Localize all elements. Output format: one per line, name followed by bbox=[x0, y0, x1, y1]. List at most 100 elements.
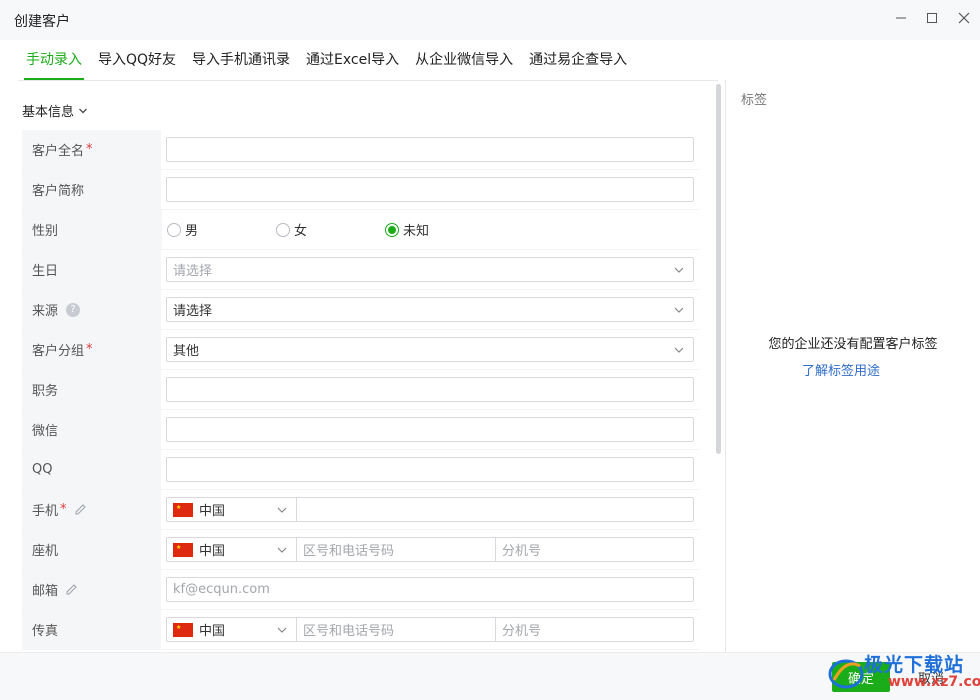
landline-phone-field: ★ 中国 区号和电话号码 分机号 bbox=[166, 537, 694, 562]
chevron-down-icon bbox=[79, 108, 87, 113]
radio-circle-checked bbox=[385, 222, 400, 237]
email-label-cell: 邮箱 bbox=[22, 570, 161, 609]
chevron-down-icon bbox=[277, 547, 287, 553]
wechat-value-cell bbox=[161, 410, 700, 449]
form-row-birthday: 生日 请选择 bbox=[22, 250, 700, 290]
short-name-input[interactable] bbox=[166, 177, 694, 202]
fax-number-input[interactable]: 区号和电话号码 bbox=[297, 618, 495, 641]
gender-label-cell: 性别 bbox=[22, 210, 162, 249]
email-value-cell: kf@ecqun.com bbox=[161, 570, 700, 609]
form-row-position: 职务 bbox=[22, 370, 700, 410]
cancel-button[interactable]: 取消 bbox=[902, 662, 960, 692]
landline-country-select[interactable]: ★ 中国 bbox=[167, 538, 297, 561]
gender-label: 性别 bbox=[32, 224, 59, 239]
fax-extension-input[interactable]: 分机号 bbox=[495, 618, 693, 641]
learn-tags-link[interactable]: 了解标签用途 bbox=[726, 360, 956, 379]
full-name-input[interactable] bbox=[166, 137, 694, 162]
source-value-cell: 请选择 bbox=[161, 290, 700, 329]
birthday-value-cell: 请选择 bbox=[161, 250, 700, 289]
tab-import-excel[interactable]: 通过Excel导入 bbox=[298, 40, 407, 80]
position-value-cell bbox=[161, 370, 700, 409]
chevron-down-icon bbox=[674, 267, 684, 273]
fax-value-cell: ★ 中国 区号和电话号码 分机号 bbox=[161, 610, 700, 649]
wechat-label-cell: 微信 bbox=[22, 410, 161, 449]
basic-info-toggle[interactable]: 基本信息 bbox=[22, 101, 88, 120]
full-name-label-cell: 客户全名 * bbox=[22, 130, 161, 169]
scrollbar-thumb[interactable] bbox=[716, 84, 721, 454]
gender-radio-male[interactable]: 男 bbox=[167, 220, 198, 239]
form-row-full-name: 客户全名 * bbox=[22, 130, 700, 170]
form-row-wechat: 微信 bbox=[22, 410, 700, 450]
china-flag-icon: ★ bbox=[173, 622, 193, 637]
chevron-down-icon bbox=[674, 347, 684, 353]
birthday-select[interactable]: 请选择 bbox=[166, 257, 694, 282]
radio-circle bbox=[167, 222, 181, 237]
landline-label: 座机 bbox=[32, 544, 59, 559]
chevron-down-icon bbox=[674, 307, 684, 313]
mobile-number-input[interactable] bbox=[297, 498, 693, 521]
country-name: 中国 bbox=[199, 544, 226, 559]
confirm-button[interactable]: 确定 bbox=[832, 662, 890, 692]
form-row-group: 客户分组 * 其他 bbox=[22, 330, 700, 370]
short-name-label: 客户简称 bbox=[32, 184, 85, 199]
close-button[interactable] bbox=[949, 6, 979, 30]
mobile-country-select[interactable]: ★ 中国 bbox=[167, 498, 297, 521]
china-flag-icon: ★ bbox=[173, 542, 193, 557]
mobile-value-cell: ★ 中国 bbox=[161, 490, 700, 529]
minimize-button[interactable] bbox=[886, 6, 916, 30]
chevron-down-icon bbox=[277, 507, 287, 513]
gender-radio-group: 男 女 未知 bbox=[162, 210, 700, 249]
tab-divider bbox=[18, 80, 718, 81]
qq-label-cell: QQ bbox=[22, 450, 161, 489]
gender-radio-unknown[interactable]: 未知 bbox=[385, 220, 429, 239]
close-icon bbox=[958, 12, 970, 24]
group-label-cell: 客户分组 * bbox=[22, 330, 161, 369]
country-name: 中国 bbox=[199, 624, 226, 639]
email-input[interactable]: kf@ecqun.com bbox=[166, 577, 694, 602]
maximize-button[interactable] bbox=[917, 6, 947, 30]
gender-radio-female[interactable]: 女 bbox=[276, 220, 307, 239]
form-row-gender: 性别 男 女 未知 bbox=[22, 210, 700, 250]
tab-manual-entry[interactable]: 手动录入 bbox=[18, 40, 90, 80]
radio-circle bbox=[276, 222, 291, 237]
tab-import-qq[interactable]: 导入QQ好友 bbox=[90, 40, 184, 80]
form-row-qq: QQ bbox=[22, 450, 700, 490]
wechat-label: 微信 bbox=[32, 424, 59, 439]
source-label: 来源 bbox=[32, 304, 59, 319]
position-label: 职务 bbox=[32, 384, 59, 399]
form-row-landline: 座机 ★ 中国 区号和电话号码 分机号 bbox=[22, 530, 700, 570]
pencil-icon[interactable] bbox=[75, 504, 86, 515]
customer-form: 客户全名 * 客户简称 性别 男 女 未知 生日 请选择 来源 ? 请选择 客户… bbox=[22, 130, 700, 650]
minimize-icon bbox=[896, 17, 906, 19]
pencil-icon[interactable] bbox=[66, 584, 77, 595]
wechat-input[interactable] bbox=[166, 417, 694, 442]
form-row-mobile: 手机 * ★ 中国 bbox=[22, 490, 700, 530]
qq-input[interactable] bbox=[166, 457, 694, 482]
maximize-icon bbox=[927, 13, 937, 23]
group-label: 客户分组 bbox=[32, 344, 85, 359]
country-name: 中国 bbox=[199, 504, 226, 519]
required-mark: * bbox=[86, 342, 93, 357]
form-row-fax: 传真 ★ 中国 区号和电话号码 分机号 bbox=[22, 610, 700, 650]
group-value-cell: 其他 bbox=[161, 330, 700, 369]
gender-option-label: 女 bbox=[294, 224, 308, 239]
form-row-short-name: 客户简称 bbox=[22, 170, 700, 210]
chevron-down-icon bbox=[277, 627, 287, 633]
landline-extension-input[interactable]: 分机号 bbox=[495, 538, 693, 561]
source-select[interactable]: 请选择 bbox=[166, 297, 694, 322]
china-flag-icon: ★ bbox=[173, 502, 193, 517]
form-scrollbar[interactable] bbox=[716, 80, 722, 652]
landline-number-input[interactable]: 区号和电话号码 bbox=[297, 538, 495, 561]
tab-import-yiqicha[interactable]: 通过易企查导入 bbox=[521, 40, 635, 80]
form-row-email: 邮箱 kf@ecqun.com bbox=[22, 570, 700, 610]
gender-option-label: 男 bbox=[185, 224, 199, 239]
fax-country-select[interactable]: ★ 中国 bbox=[167, 618, 297, 641]
tab-import-contacts[interactable]: 导入手机通讯录 bbox=[184, 40, 298, 80]
required-mark: * bbox=[60, 502, 67, 517]
tab-import-wecom[interactable]: 从企业微信导入 bbox=[407, 40, 521, 80]
position-input[interactable] bbox=[166, 377, 694, 402]
mobile-phone-field: ★ 中国 bbox=[166, 497, 694, 522]
qq-value-cell bbox=[161, 450, 700, 489]
help-icon[interactable]: ? bbox=[66, 302, 81, 317]
group-select[interactable]: 其他 bbox=[166, 337, 694, 362]
